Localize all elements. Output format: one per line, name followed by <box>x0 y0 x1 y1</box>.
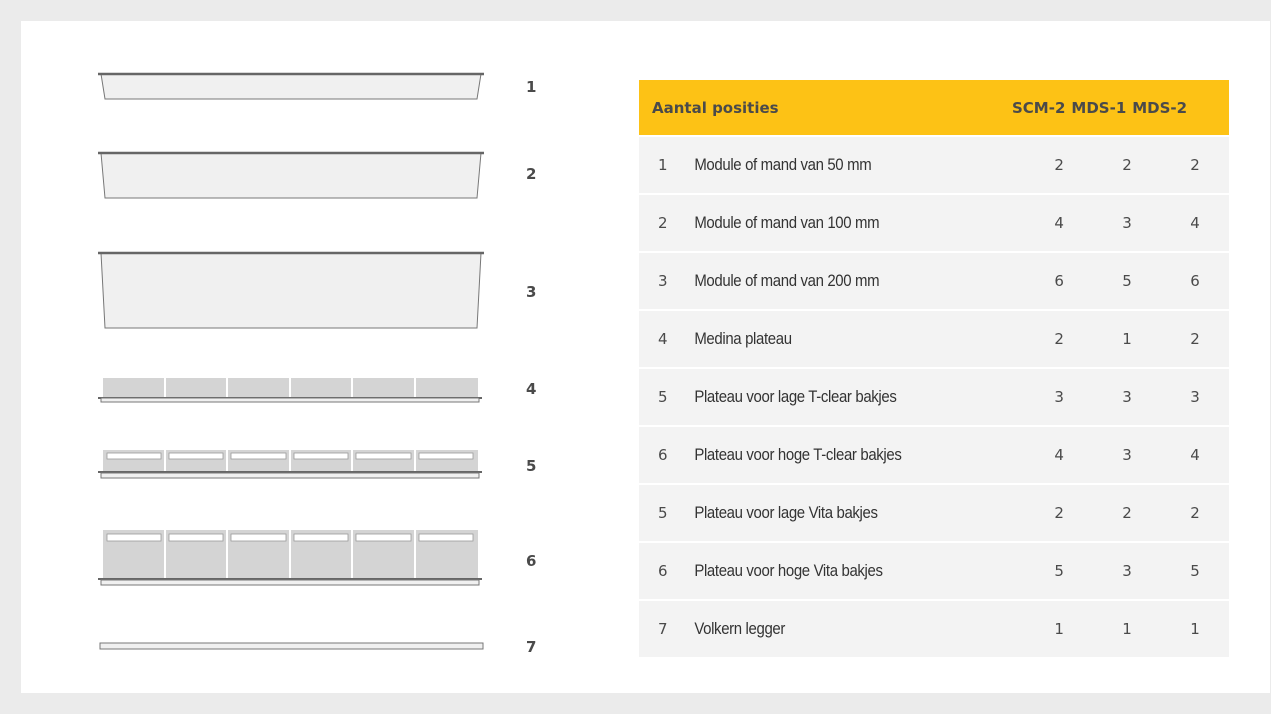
row-value-scm-2: 5 <box>1054 562 1064 580</box>
row-value-mds-2: 3 <box>1190 388 1200 406</box>
row-value-mds-2: 4 <box>1190 214 1200 232</box>
row-index: 2 <box>658 214 668 232</box>
tray-200-illustration <box>98 251 484 329</box>
row-description: Plateau voor lage Vita bakjes <box>694 503 878 522</box>
row-value-scm-2: 2 <box>1054 156 1064 174</box>
tray-100-illustration <box>98 151 484 199</box>
illustration-number: 1 <box>526 78 537 96</box>
medina-plateau-illustration <box>98 378 482 403</box>
row-value-mds-1: 1 <box>1122 620 1132 638</box>
row-description: Volkern legger <box>694 619 785 638</box>
row-value-mds-2: 2 <box>1190 504 1200 522</box>
column-header-mds-1: MDS-1 <box>1071 98 1127 117</box>
row-description: Medina plateau <box>694 329 792 348</box>
row-value-mds-1: 3 <box>1122 388 1132 406</box>
row-index: 4 <box>658 330 668 348</box>
illustration-number: 3 <box>526 283 537 301</box>
row-value-mds-1: 3 <box>1122 214 1132 232</box>
plateau-low-bins-illustration <box>98 450 482 479</box>
product-illustrations <box>98 72 484 650</box>
illustration-number: 7 <box>526 638 537 656</box>
table-row: 5 Plateau voor lage Vita bakjes 2 2 2 <box>639 485 1229 541</box>
row-index: 5 <box>658 388 668 406</box>
table-row: 6 Plateau voor hoge Vita bakjes 5 3 5 <box>639 543 1229 599</box>
column-header-mds-2: MDS-2 <box>1132 98 1188 117</box>
tray-50-illustration <box>98 72 484 100</box>
table-row: 3 Module of mand van 200 mm 6 5 6 <box>639 253 1229 309</box>
content-card: 1 2 3 4 5 6 7 Aantal posities SCM-2 MDS-… <box>21 21 1270 693</box>
row-index: 7 <box>658 620 668 638</box>
row-description: Plateau voor lage T-clear bakjes <box>694 387 897 406</box>
row-value-mds-2: 2 <box>1190 330 1200 348</box>
row-index: 3 <box>658 272 668 290</box>
row-index: 6 <box>658 446 668 464</box>
table-row: 7 Volkern legger 1 1 1 <box>639 601 1229 657</box>
row-value-mds-2: 6 <box>1190 272 1200 290</box>
plateau-high-bins-illustration <box>98 530 482 586</box>
illustration-number: 5 <box>526 457 537 475</box>
row-value-mds-2: 2 <box>1190 156 1200 174</box>
column-header-scm-2: SCM-2 <box>1012 98 1066 117</box>
row-value-mds-2: 5 <box>1190 562 1200 580</box>
table-row: 5 Plateau voor lage T-clear bakjes 3 3 3 <box>639 369 1229 425</box>
row-description: Plateau voor hoge Vita bakjes <box>694 561 883 580</box>
row-description: Module of mand van 100 mm <box>694 213 880 232</box>
row-value-mds-1: 1 <box>1122 330 1132 348</box>
row-value-mds-1: 5 <box>1122 272 1132 290</box>
row-description: Module of mand van 200 mm <box>694 271 880 290</box>
row-value-mds-1: 2 <box>1122 156 1132 174</box>
row-value-scm-2: 2 <box>1054 504 1064 522</box>
row-index: 1 <box>658 156 668 174</box>
row-value-scm-2: 4 <box>1054 446 1064 464</box>
row-value-mds-1: 3 <box>1122 446 1132 464</box>
illustration-number: 6 <box>526 552 537 570</box>
table-header-label: Aantal posities <box>652 98 779 117</box>
row-value-mds-1: 2 <box>1122 504 1132 522</box>
row-description: Module of mand van 50 mm <box>694 155 872 174</box>
table-row: 4 Medina plateau 2 1 2 <box>639 311 1229 367</box>
illustration-number: 4 <box>526 380 537 398</box>
table-row: 6 Plateau voor hoge T-clear bakjes 4 3 4 <box>639 427 1229 483</box>
row-index: 6 <box>658 562 668 580</box>
row-value-scm-2: 2 <box>1054 330 1064 348</box>
table-row: 2 Module of mand van 100 mm 4 3 4 <box>639 195 1229 251</box>
illustration-number: 2 <box>526 165 537 183</box>
volkern-legger-illustration <box>99 642 484 650</box>
row-value-mds-2: 1 <box>1190 620 1200 638</box>
row-value-scm-2: 1 <box>1054 620 1064 638</box>
row-index: 5 <box>658 504 668 522</box>
row-value-mds-1: 3 <box>1122 562 1132 580</box>
row-value-scm-2: 3 <box>1054 388 1064 406</box>
row-value-scm-2: 4 <box>1054 214 1064 232</box>
table-header: Aantal posities SCM-2 MDS-1 MDS-2 <box>639 80 1229 135</box>
table-row: 1 Module of mand van 50 mm 2 2 2 <box>639 137 1229 193</box>
row-description: Plateau voor hoge T-clear bakjes <box>694 445 902 464</box>
row-value-mds-2: 4 <box>1190 446 1200 464</box>
row-value-scm-2: 6 <box>1054 272 1064 290</box>
positions-table: Aantal posities SCM-2 MDS-1 MDS-2 1 Modu… <box>639 80 1229 657</box>
